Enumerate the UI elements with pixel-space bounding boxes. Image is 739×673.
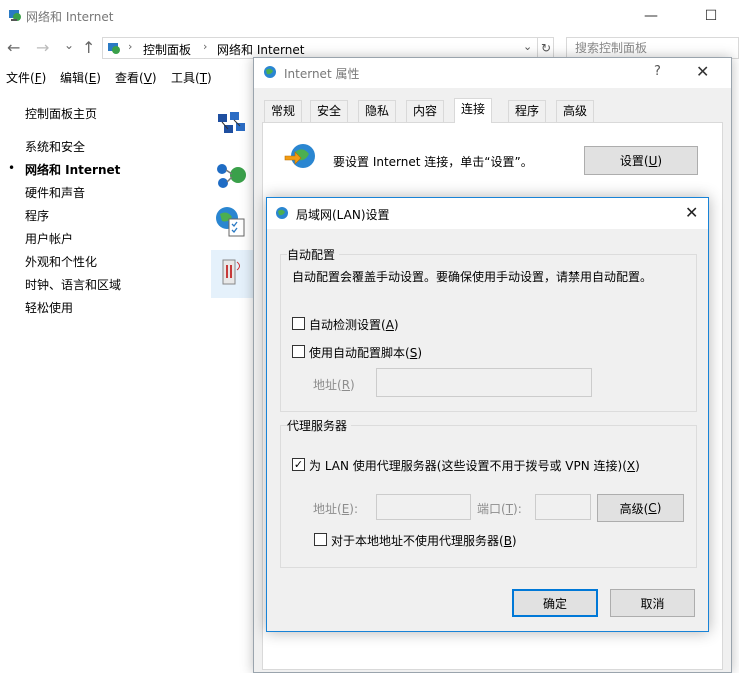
up-arrow-icon[interactable]: ↑	[82, 38, 95, 57]
menu-view[interactable]: 查看(V)	[115, 69, 157, 86]
sidebar-item-system-security[interactable]: 系统和安全	[25, 138, 85, 155]
sidebar-item-appearance[interactable]: 外观和个性化	[25, 253, 97, 270]
proxy-port-label: 端口(T):	[477, 502, 522, 516]
proxy-server-group-label: 代理服务器	[287, 417, 352, 434]
dialog-title: 局域网(LAN)设置	[296, 208, 390, 222]
tab-programs[interactable]: 程序	[508, 100, 547, 122]
sidebar-item-network-internet[interactable]: 网络和 Internet	[25, 161, 120, 178]
breadcrumb-control-panel[interactable]: 控制面板	[143, 41, 191, 58]
window-title: 网络和 Internet	[26, 10, 114, 24]
tab-connections[interactable]: 连接	[454, 98, 493, 123]
maximize-button[interactable]: ☐	[688, 0, 734, 32]
ok-button[interactable]: 确定	[512, 589, 598, 617]
proxy-port-input[interactable]	[535, 494, 591, 520]
tab-advanced[interactable]: 高级	[556, 100, 595, 122]
homegroup-icon[interactable]	[214, 157, 248, 191]
internet-options-icon	[264, 66, 276, 78]
dialog-titlebar: 局域网(LAN)设置 ✕	[267, 198, 708, 229]
auto-config-description: 自动配置会覆盖手动设置。要确保使用手动设置，请禁用自动配置。	[292, 270, 653, 284]
sidebar-item-clock-region[interactable]: 时钟、语言和区域	[25, 276, 121, 293]
breadcrumb-network-internet[interactable]: 网络和 Internet	[217, 41, 304, 58]
proxy-address-label: 地址(E):	[313, 502, 359, 516]
menu-edit[interactable]: 编辑(E)	[60, 69, 101, 86]
address-bar[interactable]: › 控制面板 › 网络和 Internet ⌄ ↻	[102, 37, 554, 59]
back-arrow-icon[interactable]: ←	[7, 38, 20, 57]
help-icon[interactable]: ?	[654, 64, 661, 79]
forward-arrow-icon[interactable]: →	[36, 38, 49, 57]
menu-file[interactable]: 文件(F)	[6, 69, 46, 86]
use-script-checkbox[interactable]	[292, 345, 305, 358]
auto-detect-checkbox[interactable]	[292, 317, 305, 330]
minimize-button[interactable]: —	[628, 0, 674, 32]
script-address-input[interactable]	[376, 368, 592, 397]
menu-tools[interactable]: 工具(T)	[171, 69, 212, 86]
close-icon[interactable]: ✕	[685, 203, 698, 222]
connection-setup-icon	[284, 144, 315, 168]
dialog-title: Internet 属性	[284, 67, 360, 81]
breadcrumb-separator: ›	[203, 40, 208, 53]
sidebar-item-user-accounts[interactable]: 用户帐户	[25, 230, 73, 247]
use-script-label[interactable]: 使用自动配置脚本(S)	[309, 344, 422, 361]
auto-config-group-label: 自动配置	[287, 246, 340, 263]
internet-options-icon	[276, 207, 288, 219]
script-address-label: 地址(R)	[313, 378, 355, 392]
network-status-icon[interactable]	[214, 108, 248, 142]
tab-security[interactable]: 安全	[310, 100, 349, 122]
tab-content[interactable]: 内容	[406, 100, 445, 122]
use-proxy-label[interactable]: 为 LAN 使用代理服务器(这些设置不用于拨号或 VPN 连接)(X)	[309, 457, 640, 474]
proxy-address-input[interactable]	[376, 494, 471, 520]
setup-button[interactable]: 设置(U)	[584, 146, 698, 175]
breadcrumb-separator: ›	[128, 40, 133, 53]
search-input[interactable]: 搜索控制面板	[566, 37, 739, 59]
tab-privacy[interactable]: 隐私	[358, 100, 397, 122]
sidebar-home-link[interactable]: 控制面板主页	[25, 105, 97, 122]
window-titlebar: 网络和 Internet — ☐	[0, 0, 739, 32]
network-internet-icon	[9, 10, 21, 21]
close-icon[interactable]: ✕	[696, 62, 709, 81]
auto-detect-label[interactable]: 自动检测设置(A)	[309, 316, 399, 333]
refresh-icon[interactable]: ↻	[537, 38, 554, 58]
cancel-button[interactable]: 取消	[610, 589, 695, 617]
address-dropdown-icon[interactable]: ⌄	[523, 40, 532, 53]
bypass-local-checkbox[interactable]	[314, 533, 327, 546]
advanced-button[interactable]: 高级(C)	[597, 494, 684, 522]
bypass-local-label[interactable]: 对于本地地址不使用代理服务器(B)	[331, 532, 517, 549]
dialog-titlebar: Internet 属性 ? ✕	[254, 58, 731, 88]
setup-instruction-text: 要设置 Internet 连接，单击“设置”。	[333, 155, 533, 169]
sidebar-item-hardware-sound[interactable]: 硬件和声音	[25, 184, 85, 201]
infrared-icon[interactable]	[216, 254, 250, 288]
sidebar-item-programs[interactable]: 程序	[25, 207, 49, 224]
recent-locations-icon[interactable]: ⌄	[64, 38, 74, 52]
use-proxy-checkbox[interactable]: ✓	[292, 458, 305, 471]
control-panel-icon	[108, 43, 120, 54]
internet-options-icon[interactable]	[214, 205, 248, 239]
active-bullet: •	[8, 161, 16, 175]
sidebar-item-ease-of-access[interactable]: 轻松使用	[25, 299, 73, 316]
lan-settings-dialog: 局域网(LAN)设置 ✕ 自动配置 自动配置会覆盖手动设置。要确保使用手动设置，…	[266, 197, 709, 632]
tab-general[interactable]: 常规	[264, 100, 303, 122]
